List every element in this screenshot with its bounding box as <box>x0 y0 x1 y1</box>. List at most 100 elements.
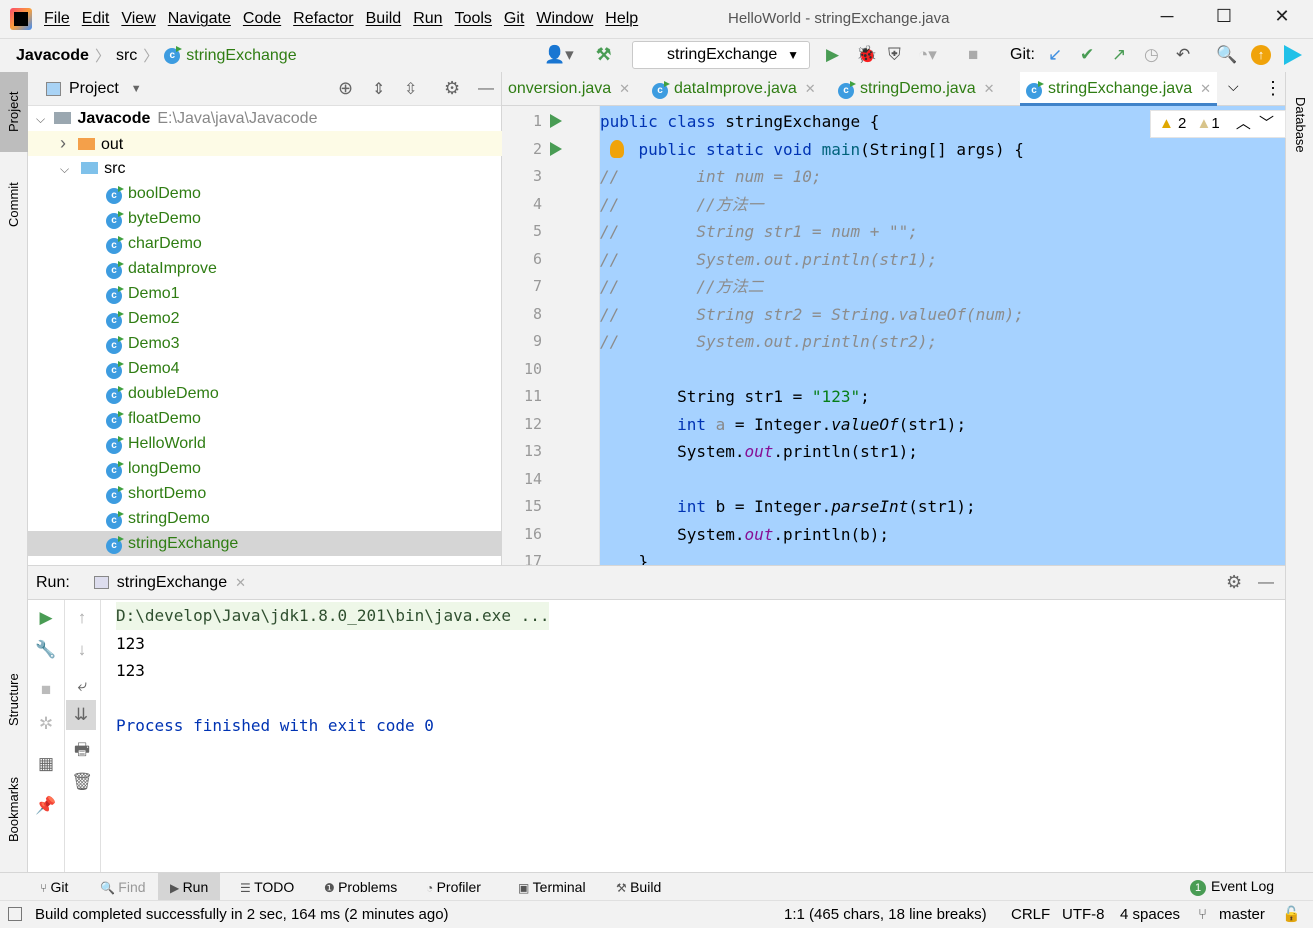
project-tool-tab[interactable]: Project <box>0 72 28 152</box>
close-tab-icon[interactable]: ✕ <box>984 81 995 96</box>
line-separator[interactable]: CRLF <box>1011 901 1050 928</box>
menu-refactor[interactable]: Refactor <box>293 10 353 27</box>
tool-window-problems[interactable]: ❶ Problems <box>324 873 397 901</box>
toggle-tool-windows-icon[interactable] <box>8 907 22 921</box>
tree-item-class[interactable]: c shortDemo <box>28 481 502 506</box>
menu-window[interactable]: Window <box>536 10 593 27</box>
run-gutter-icon[interactable] <box>550 141 562 156</box>
tree-item-class[interactable]: c Demo4 <box>28 356 502 381</box>
tree-item-class[interactable]: c byteDemo <box>28 206 502 231</box>
hide-icon[interactable]: — <box>1258 574 1274 592</box>
breadcrumb-file[interactable]: c stringExchange <box>164 45 297 65</box>
tree-item-class[interactable]: c dataImprove <box>28 256 502 281</box>
gear-icon[interactable]: ⚙ <box>1226 572 1242 593</box>
bookmarks-tool-tab[interactable]: Bookmarks <box>0 762 28 857</box>
trash-icon[interactable]: 🗑 <box>64 764 100 800</box>
code-area[interactable]: public class stringExchange { public sta… <box>600 106 1285 565</box>
down-arrow-icon[interactable]: ↓ <box>64 632 100 668</box>
project-view-select[interactable]: Project <box>69 80 119 98</box>
inspection-widget[interactable]: ▲ 2 ▲1 ︿ ﹀ <box>1150 110 1286 138</box>
run-config-select[interactable]: stringExchange ▼ <box>632 41 810 69</box>
editor-tab[interactable]: onversion.java ✕ <box>508 72 630 106</box>
tool-window-profiler[interactable]: ◔ Profiler <box>426 873 481 901</box>
tree-item-class[interactable]: c stringDemo <box>28 506 502 531</box>
tree-item-src[interactable]: ⌵ src <box>28 156 502 181</box>
tree-item-class[interactable]: c longDemo <box>28 456 502 481</box>
tool-window-build[interactable]: ⚒ Build <box>616 873 661 901</box>
maximize-button[interactable]: ☐ <box>1212 6 1236 30</box>
git-update-icon[interactable]: ↙ <box>1048 43 1062 67</box>
close-window-button[interactable]: ✕ <box>1270 6 1294 30</box>
print-icon[interactable]: 🖶 <box>64 732 100 768</box>
menu-tools[interactable]: Tools <box>455 10 492 27</box>
rerun-icon[interactable]: ▶ <box>28 600 64 636</box>
build-hammer-icon[interactable]: ⚒ <box>596 43 611 67</box>
tree-item-class[interactable]: c Demo2 <box>28 306 502 331</box>
coverage-icon[interactable]: ⛨ <box>888 43 901 67</box>
menu-help[interactable]: Help <box>605 10 638 27</box>
code-with-me-icon[interactable] <box>1284 45 1302 65</box>
menu-git[interactable]: Git <box>504 10 524 27</box>
tree-item-out[interactable]: › out <box>28 131 502 156</box>
close-icon[interactable]: ✕ <box>235 575 246 591</box>
menu-file[interactable]: File <box>44 10 70 27</box>
lightbulb-icon[interactable] <box>610 140 624 158</box>
lock-icon[interactable]: 🔓 <box>1282 901 1301 928</box>
menu-view[interactable]: View <box>121 10 155 27</box>
chevron-right-icon[interactable]: › <box>60 133 66 153</box>
debug-bug-icon[interactable]: 🐞 <box>856 43 877 67</box>
next-highlight-icon[interactable]: ﹀ <box>1259 115 1274 132</box>
commit-tool-tab[interactable]: Commit <box>0 167 28 242</box>
search-icon[interactable]: 🔍 <box>1216 43 1237 67</box>
chevron-down-icon[interactable]: ▼ <box>131 83 142 95</box>
close-tab-icon[interactable]: ✕ <box>805 81 816 96</box>
tree-item-class[interactable]: c stringExchange <box>28 531 502 556</box>
prev-highlight-icon[interactable]: ︿ <box>1236 115 1251 132</box>
locate-icon[interactable]: ⊕ <box>338 78 353 99</box>
indent-setting[interactable]: 4 spaces <box>1120 901 1180 928</box>
expand-all-icon[interactable]: ⇕ <box>372 79 385 99</box>
user-icon[interactable]: 👤▾ <box>544 43 574 67</box>
tool-window-run[interactable]: ▶ Run <box>158 873 221 901</box>
tree-item-class[interactable]: c boolDemo <box>28 181 502 206</box>
git-commit-icon[interactable]: ✔ <box>1080 43 1094 67</box>
history-icon[interactable]: ◷ <box>1144 43 1159 67</box>
gear-icon[interactable]: ⚙ <box>444 78 460 99</box>
soft-wrap-icon[interactable]: ⤶ <box>64 668 100 704</box>
chevron-down-icon[interactable]: ⌵ <box>60 162 69 176</box>
close-tab-icon[interactable]: ✕ <box>619 81 630 96</box>
git-push-icon[interactable]: ↗ <box>1112 43 1126 67</box>
scroll-to-end-icon[interactable]: ⇊ <box>66 700 96 730</box>
tree-item-root[interactable]: ⌵ Javacode E:\Java\java\Javacode <box>28 106 502 131</box>
hide-icon[interactable]: — <box>478 80 494 98</box>
git-branch[interactable]: master <box>1219 901 1265 928</box>
tab-list-chevron-icon[interactable]: ⌵ <box>1228 78 1239 95</box>
profile-icon[interactable]: ◔▾ <box>918 43 937 67</box>
tree-item-class[interactable]: c HelloWorld <box>28 431 502 456</box>
caret-position[interactable]: 1:1 (465 chars, 18 line breaks) <box>784 901 987 928</box>
structure-tool-tab[interactable]: Structure <box>0 657 28 742</box>
tree-item-class[interactable]: c doubleDemo <box>28 381 502 406</box>
editor-tab[interactable]: c dataImprove.java ✕ <box>652 72 816 106</box>
event-log-button[interactable]: Event Log <box>1211 872 1274 900</box>
layout-icon[interactable]: ▦ <box>28 746 64 782</box>
more-icon[interactable]: ⋮ <box>1264 78 1282 99</box>
run-icon[interactable]: ▶ <box>826 43 839 67</box>
tree-item-class[interactable]: c floatDemo <box>28 406 502 431</box>
update-icon[interactable]: ↑ <box>1251 45 1271 65</box>
collapse-all-icon[interactable]: ⇳ <box>404 79 417 99</box>
minimize-button[interactable]: ─ <box>1155 6 1179 30</box>
tool-window-terminal[interactable]: ▣ Terminal <box>518 873 586 901</box>
tool-window-find[interactable]: 🔍 Find <box>100 873 146 901</box>
tool-window-todo[interactable]: ☰ TODO <box>240 873 294 901</box>
up-arrow-icon[interactable]: ↑ <box>64 600 100 636</box>
breadcrumb-src[interactable]: src <box>116 47 137 65</box>
pin-icon[interactable]: 📌 <box>28 788 64 824</box>
rollback-icon[interactable]: ↶ <box>1176 43 1190 67</box>
database-tool-tab[interactable]: Database <box>1286 80 1313 170</box>
menu-edit[interactable]: Edit <box>82 10 110 27</box>
stop-icon[interactable]: ■ <box>968 43 978 67</box>
restore-breakpoints-icon[interactable]: ✲ <box>28 706 64 742</box>
editor-tab[interactable]: c stringExchange.java ✕ <box>1020 72 1217 106</box>
menu-navigate[interactable]: Navigate <box>168 10 231 27</box>
